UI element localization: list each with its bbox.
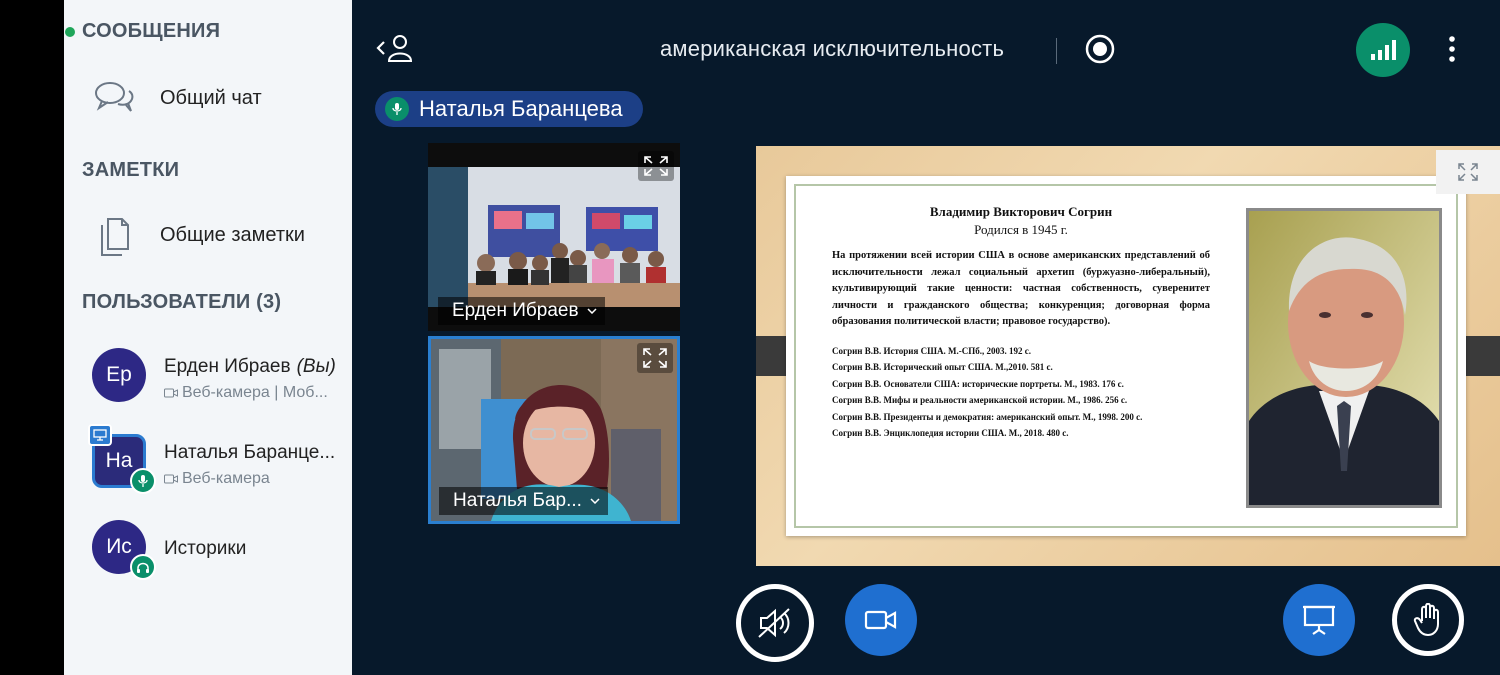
- user-status: Веб-камера: [164, 470, 270, 488]
- expand-video-icon[interactable]: [637, 343, 673, 373]
- chevron-down-icon: [590, 498, 600, 504]
- screen-share-button[interactable]: [1283, 584, 1355, 656]
- video-tile-active[interactable]: Наталья Бар...: [428, 336, 680, 524]
- presentation-area: Владимир Викторович Согрин Родился в 194…: [756, 146, 1500, 566]
- record-icon[interactable]: [1084, 33, 1116, 65]
- portrait-photo: [1246, 208, 1442, 508]
- user-status: Веб-камера | Моб...: [164, 384, 328, 402]
- avatar: Ер: [92, 348, 146, 402]
- messages-section-title: СООБЩЕНИЯ: [65, 20, 220, 43]
- slide-subheading: Родился в 1945 г.: [974, 222, 1068, 237]
- hand-icon: [1413, 603, 1439, 637]
- webcam-icon: [164, 474, 178, 484]
- chat-icon: [95, 82, 134, 112]
- reference-item: Согрин В.В. Исторический опыт США. М.,20…: [832, 362, 1053, 372]
- user-name: Наталья Баранце...: [164, 442, 336, 463]
- user-name: Историки: [164, 538, 247, 559]
- headphones-icon: [130, 554, 156, 580]
- main-area: американская исключительность Наталья Ба…: [352, 0, 1500, 675]
- slide-text: Владимир Викторович Согрин Родился в 194…: [832, 204, 1210, 442]
- expand-video-icon[interactable]: [638, 151, 674, 181]
- chevron-down-icon: [587, 308, 597, 314]
- video-user-label[interactable]: Наталья Бар...: [439, 487, 608, 515]
- slide-card: Владимир Викторович Согрин Родился в 194…: [786, 176, 1466, 536]
- reference-item: Согрин В.В. Президенты и демократия: аме…: [832, 411, 1143, 422]
- microphone-icon: [385, 97, 409, 121]
- more-options-icon[interactable]: [1442, 34, 1462, 64]
- reference-item: Согрин В.В. Основатели США: исторические…: [832, 378, 1124, 389]
- user-item[interactable]: На Наталья Баранце... Веб-камера: [64, 424, 352, 500]
- video-user-label[interactable]: Ерден Ибраев: [438, 297, 605, 325]
- sidebar: СООБЩЕНИЯ Общий чат ЗАМЕТКИ Общие заметк…: [64, 0, 352, 675]
- user-item[interactable]: Ер Ерден Ибраев (Вы) Веб-камера | Моб...: [64, 338, 352, 414]
- speaker-muted-icon: [758, 608, 790, 638]
- raise-hand-button[interactable]: [1392, 584, 1464, 656]
- reference-item: Согрин В.В. История США. М.-СПб., 2003. …: [832, 345, 1031, 356]
- slide-heading: Владимир Викторович Согрин: [929, 204, 1113, 219]
- talking-user-name: Наталья Баранцева: [419, 96, 623, 121]
- user-item[interactable]: Ис Историки: [64, 510, 352, 586]
- webcam-icon: [164, 388, 178, 398]
- public-chat-label: Общий чат: [160, 86, 262, 109]
- presenter-icon: [88, 424, 112, 446]
- shared-notes-label: Общие заметки: [160, 223, 305, 246]
- slide-references: Согрин В.В. История США. М.-СПб., 2003. …: [832, 343, 1210, 442]
- audio-toggle-button[interactable]: [736, 584, 814, 662]
- fullscreen-icon[interactable]: [1436, 150, 1500, 194]
- presentation-icon: [1303, 605, 1335, 635]
- notes-icon: [101, 218, 129, 256]
- connection-status-icon[interactable]: [1356, 23, 1410, 77]
- user-name: Ерден Ибраев (Вы): [164, 356, 336, 377]
- video-toggle-button[interactable]: [845, 584, 917, 656]
- title-divider: [1056, 38, 1057, 64]
- user-list-toggle-icon[interactable]: [374, 32, 416, 64]
- reference-item: Согрин В.В. Мифы и реальности американск…: [832, 395, 1128, 405]
- video-tile[interactable]: Ерден Ибраев: [428, 143, 680, 331]
- camera-icon: [864, 610, 897, 630]
- slide-paragraph: На протяжении всей истории США в основе …: [832, 250, 1210, 327]
- notes-section-title: ЗАМЕТКИ: [82, 159, 180, 181]
- reference-item: Согрин В.В. Энциклопедия истории США. М.…: [832, 428, 1069, 438]
- meeting-title: американская исключительность: [660, 36, 1005, 61]
- public-chat-item[interactable]: Общий чат: [64, 68, 352, 128]
- online-indicator: [65, 27, 75, 37]
- talking-indicator[interactable]: Наталья Баранцева: [375, 91, 643, 127]
- microphone-icon: [130, 468, 156, 494]
- users-section-title: ПОЛЬЗОВАТЕЛИ (3): [82, 291, 282, 313]
- shared-notes-item[interactable]: Общие заметки: [64, 205, 352, 265]
- left-strip: [0, 0, 64, 675]
